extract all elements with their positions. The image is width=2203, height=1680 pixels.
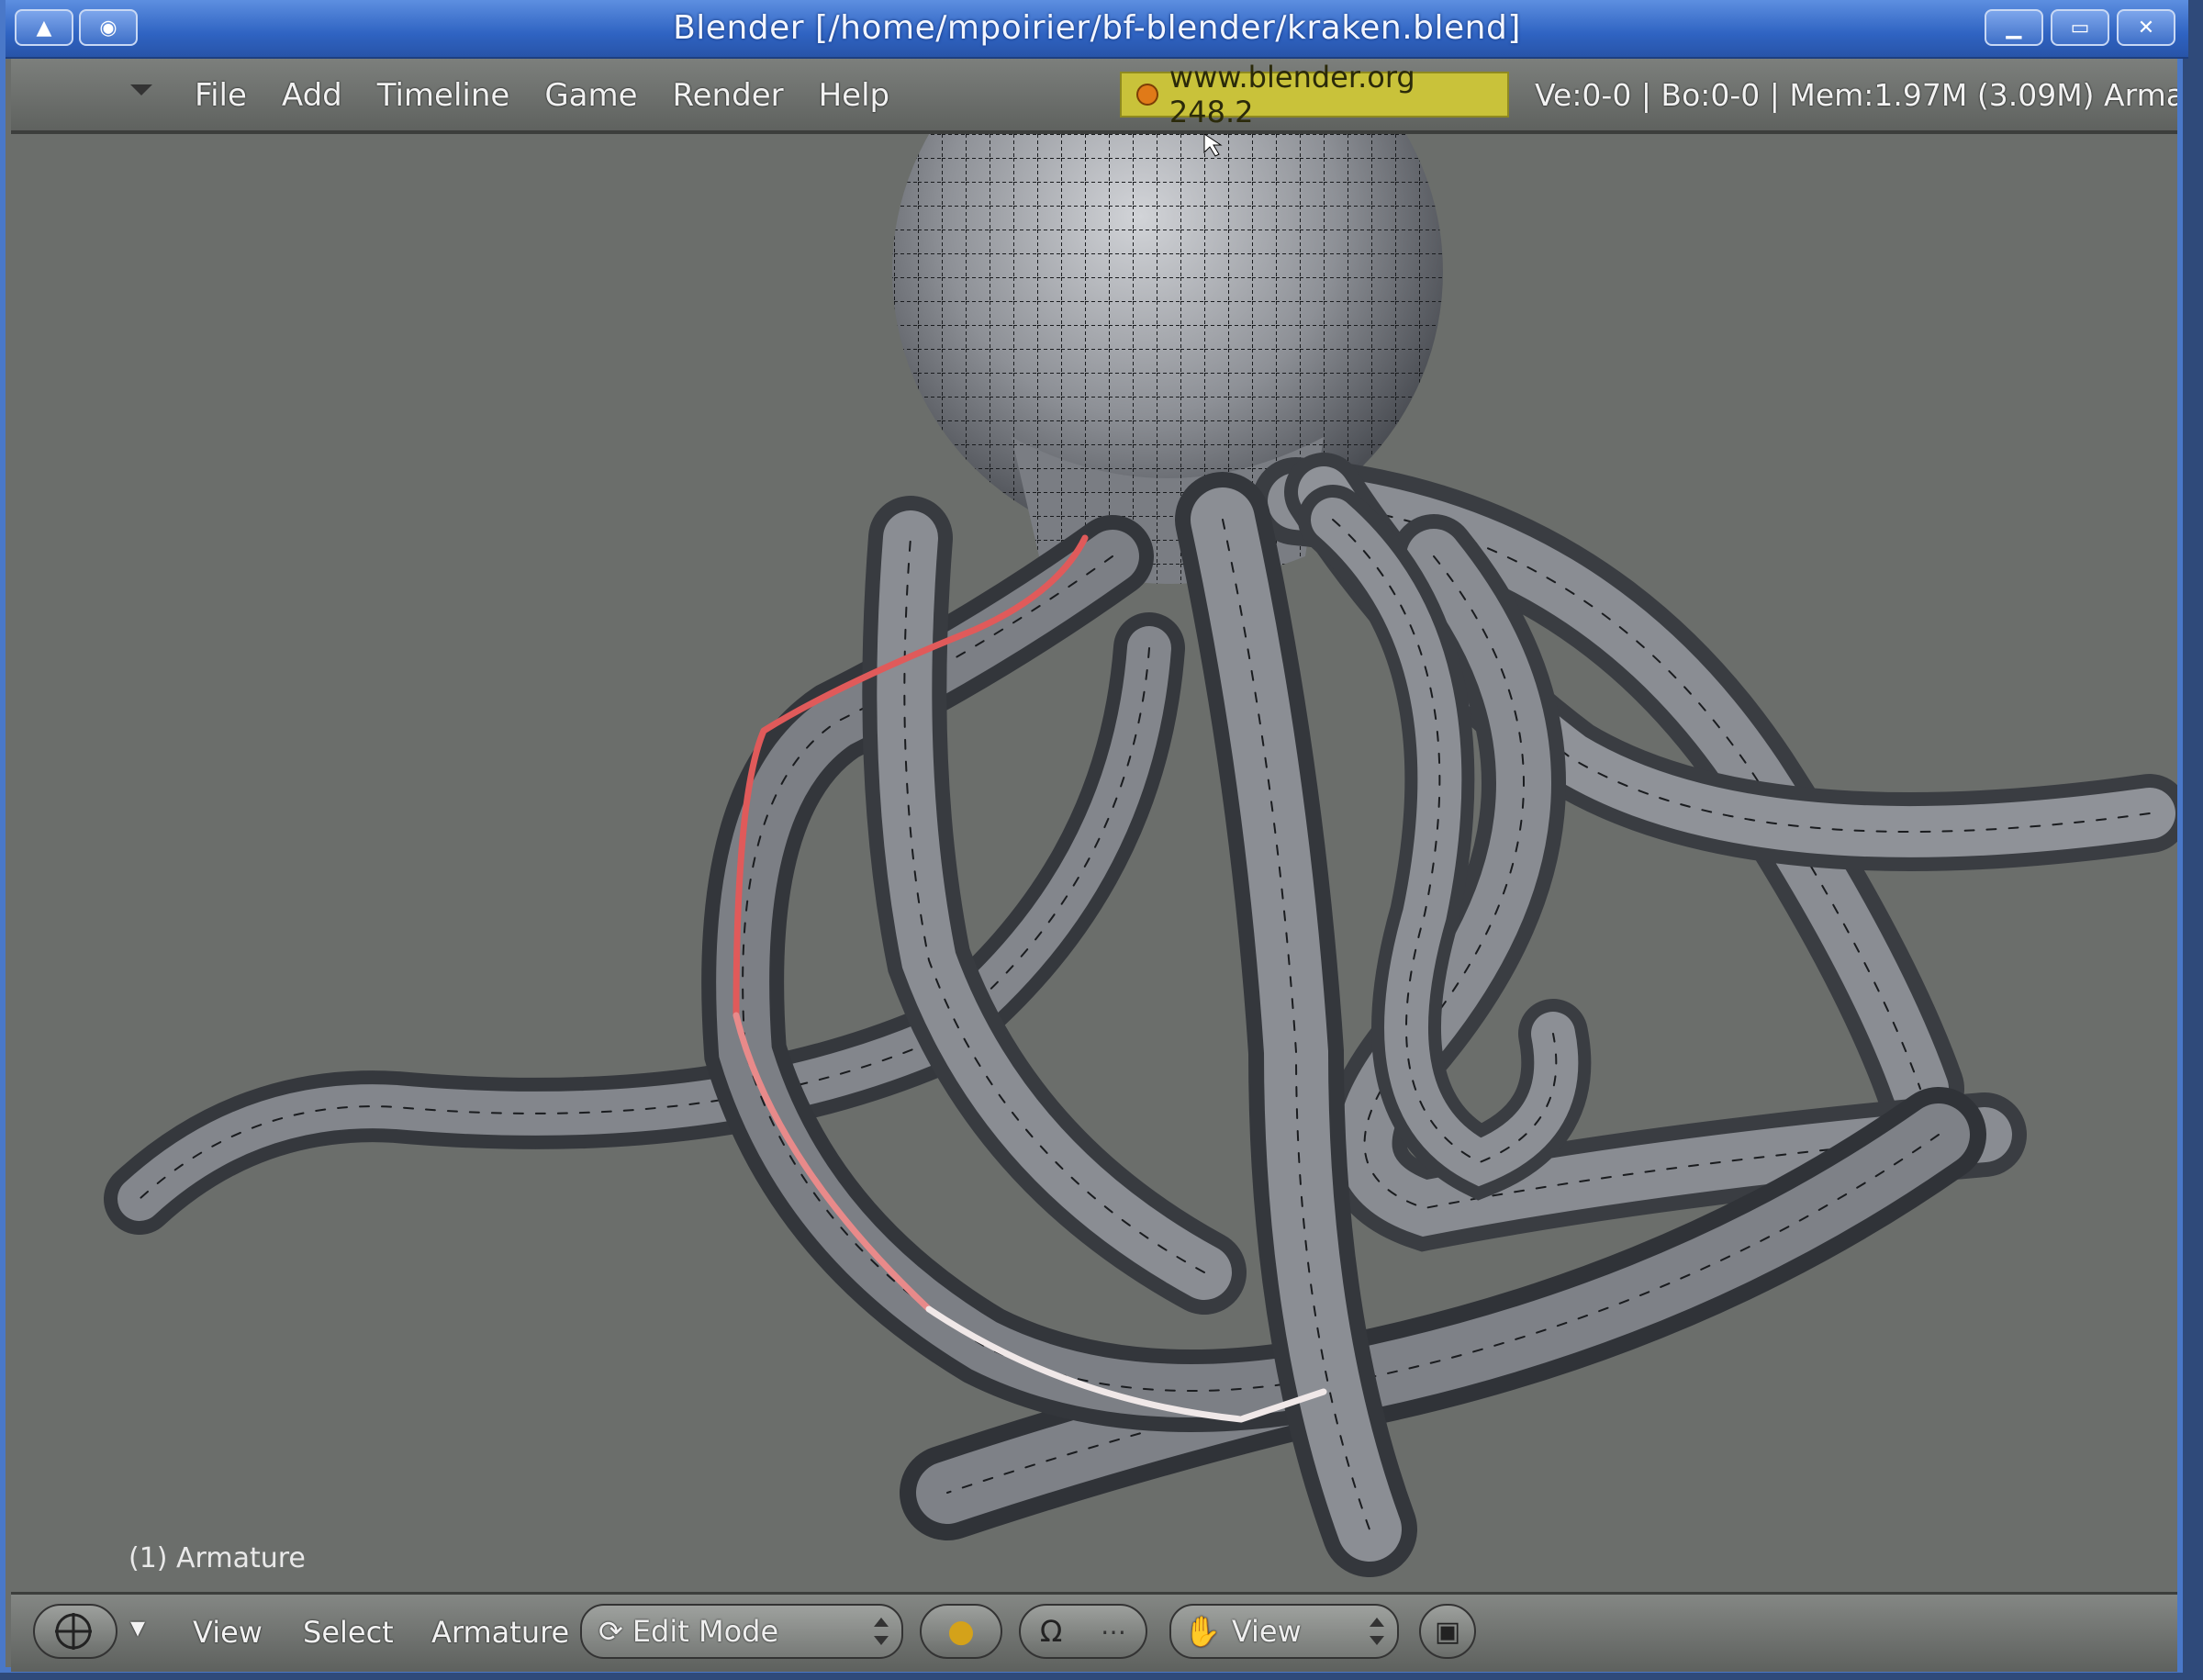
kraken-mesh	[104, 134, 2177, 1577]
pivot-icon: Ω	[1039, 1614, 1063, 1649]
info-header: File Add Timeline Game Render Help www.b…	[11, 59, 2177, 134]
minimize-button[interactable]: ▁	[1985, 9, 2043, 46]
mode-select[interactable]: ⟳ Edit Mode	[580, 1604, 903, 1659]
scene-stats: Ve:0-0 | Bo:0-0 | Mem:1.97M (3.09M) Arma	[1535, 77, 2177, 113]
menu-timeline[interactable]: Timeline	[377, 77, 510, 114]
editor-type-button[interactable]	[33, 1604, 117, 1659]
3d-viewport[interactable]: (1) Armature	[11, 134, 2177, 1585]
shading-sphere-icon: ●	[947, 1613, 975, 1650]
menu-file[interactable]: File	[195, 77, 247, 114]
updown-arrows-icon	[1370, 1618, 1384, 1645]
kraken-tentacles	[104, 453, 2177, 1577]
render-preview-button[interactable]: ▣	[1419, 1604, 1476, 1659]
orientation-select[interactable]: ✋ View	[1169, 1604, 1399, 1659]
menu-help[interactable]: Help	[819, 77, 890, 114]
window-titlebar: ▲ ◉ Blender [/home/mpoirier/bf-blender/k…	[6, 0, 2188, 59]
blender-url-badge[interactable]: www.blender.org 248.2	[1120, 60, 1509, 129]
close-button[interactable]: ✕	[2117, 9, 2175, 46]
url-badge-text: www.blender.org 248.2	[1169, 60, 1415, 129]
close-icon: ✕	[2137, 16, 2155, 39]
active-object-label: (1) Armature	[129, 1542, 306, 1574]
draw-type-button[interactable]: ●	[920, 1604, 1002, 1659]
menu-armature[interactable]: Armature	[431, 1615, 569, 1650]
menu-select[interactable]: Select	[303, 1615, 394, 1650]
mode-select-value: Edit Mode	[632, 1614, 779, 1649]
pivot-snap-group[interactable]: Ω ⋯	[1019, 1604, 1147, 1659]
hand-icon: ✋	[1184, 1614, 1221, 1649]
blender-window: ▲ ◉ Blender [/home/mpoirier/bf-blender/k…	[0, 0, 2188, 1673]
menu-add[interactable]: Add	[282, 77, 342, 114]
minimize-icon: ▁	[2006, 16, 2022, 39]
menu-render[interactable]: Render	[673, 77, 784, 114]
window-title: Blender [/home/mpoirier/bf-blender/krake…	[673, 9, 1521, 47]
menu-view[interactable]: View	[193, 1615, 263, 1650]
header-collapse-arrow-icon[interactable]	[130, 84, 152, 95]
header-collapse-arrow-icon[interactable]: ▾	[130, 1609, 145, 1644]
edit-mode-icon: ⟳	[598, 1614, 623, 1649]
snap-grid-icon: ⋯	[1101, 1616, 1127, 1647]
menu-game[interactable]: Game	[544, 77, 637, 114]
updown-arrows-icon	[874, 1618, 889, 1645]
maximize-icon: ▭	[2070, 16, 2090, 39]
grid-icon	[55, 1613, 92, 1650]
maximize-button[interactable]: ▭	[2051, 9, 2109, 46]
viewport-header: ▾ View Select Armature ⟳ Edit Mode ● Ω ⋯…	[11, 1592, 2177, 1672]
blender-logo-icon	[1136, 84, 1158, 106]
orientation-select-value: View	[1231, 1614, 1302, 1649]
picture-icon: ▣	[1434, 1615, 1461, 1648]
